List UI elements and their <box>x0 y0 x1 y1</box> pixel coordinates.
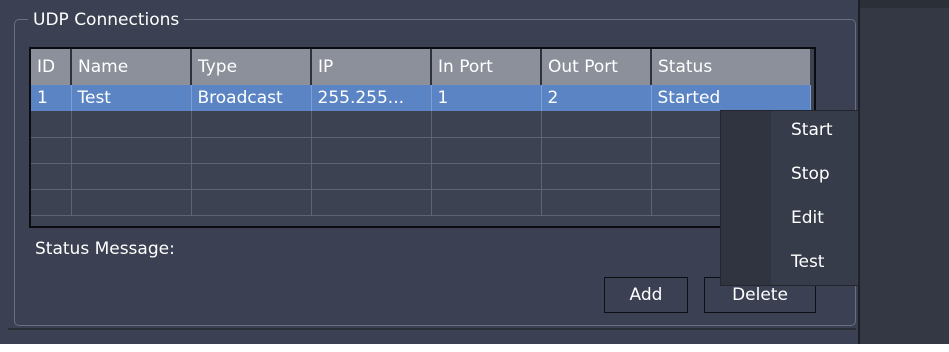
add-button[interactable]: Add <box>604 277 688 313</box>
connections-table[interactable]: ID Name Type IP In Port Out Port Status … <box>29 47 816 228</box>
cell-status: Started <box>651 85 811 111</box>
table-header-row: ID Name Type IP In Port Out Port Status <box>31 49 810 85</box>
status-message-label: Status Message: <box>35 239 175 259</box>
cell-out-port: 2 <box>541 85 652 111</box>
context-menu: Start Stop Edit Test <box>720 110 859 286</box>
column-header-type[interactable]: Type <box>191 49 312 85</box>
context-menu-test[interactable]: Test <box>791 250 824 274</box>
empty-table-row[interactable] <box>31 163 810 190</box>
group-title: UDP Connections <box>28 8 185 32</box>
column-header-status[interactable]: Status <box>651 49 810 85</box>
column-header-out-port[interactable]: Out Port <box>541 49 652 85</box>
udp-connections-window: UDP Connections ID Name Type IP In Port … <box>0 0 949 344</box>
table-row[interactable]: 1 Test Broadcast 255.255... 1 2 Started <box>31 85 811 111</box>
empty-table-row[interactable] <box>31 189 810 216</box>
column-header-ip[interactable]: IP <box>311 49 432 85</box>
empty-table-row[interactable] <box>31 137 810 164</box>
cell-name: Test <box>71 85 192 111</box>
context-menu-icon-gutter <box>721 111 771 285</box>
panel-divider <box>8 328 856 330</box>
column-header-id[interactable]: ID <box>31 49 72 85</box>
context-menu-start[interactable]: Start <box>791 118 833 142</box>
context-menu-stop[interactable]: Stop <box>791 162 830 186</box>
cell-id: 1 <box>31 85 72 111</box>
cell-type: Broadcast <box>191 85 312 111</box>
column-header-name[interactable]: Name <box>71 49 192 85</box>
cell-in-port: 1 <box>431 85 542 111</box>
cell-ip: 255.255... <box>311 85 432 111</box>
empty-table-row[interactable] <box>31 111 810 138</box>
side-panel <box>858 0 949 344</box>
context-menu-edit[interactable]: Edit <box>791 206 824 230</box>
column-header-in-port[interactable]: In Port <box>431 49 542 85</box>
side-panel-header <box>860 0 949 8</box>
